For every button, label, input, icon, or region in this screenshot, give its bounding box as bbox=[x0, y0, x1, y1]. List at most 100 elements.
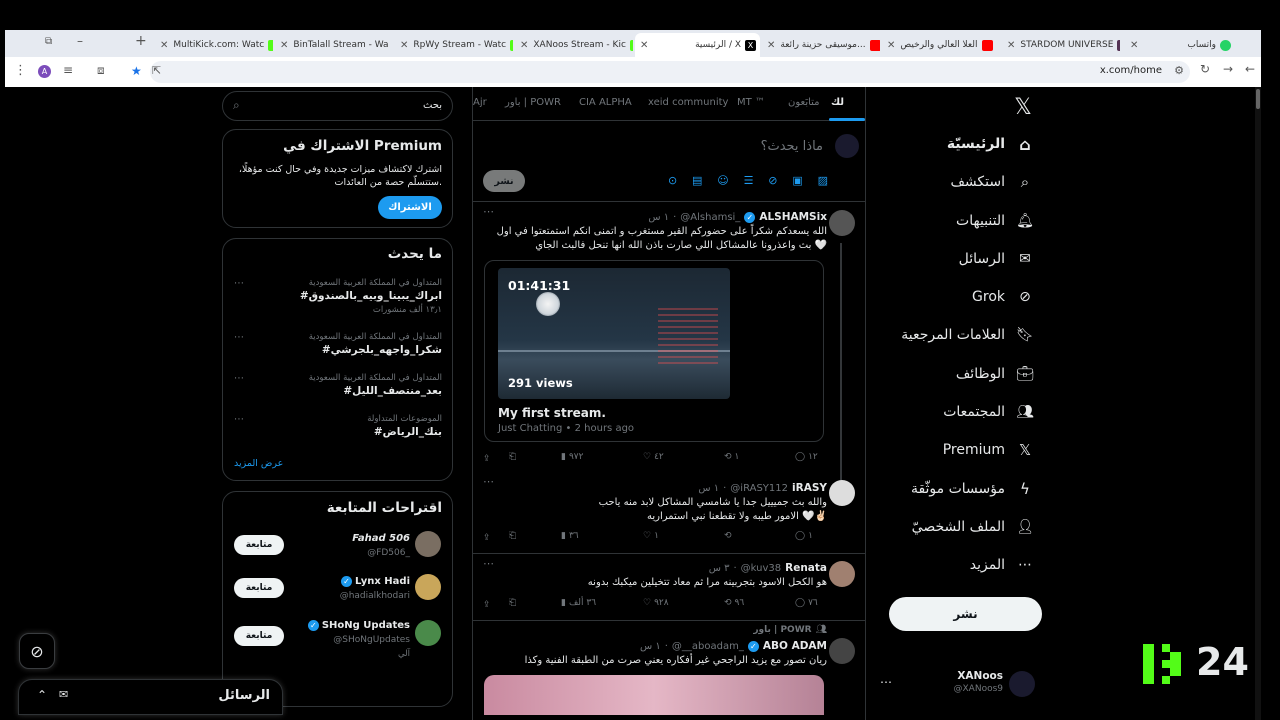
nav-home[interactable]: الرئيسيّة ⌂ bbox=[947, 129, 1035, 159]
trend-item[interactable]: ⋯ المتداول في المملكة العربية السعودية #… bbox=[223, 373, 452, 403]
url-bar[interactable]: ★ ⇱ x.com/home ⚙ bbox=[131, 61, 1190, 83]
forward-icon[interactable]: → bbox=[1223, 62, 1233, 76]
close-icon[interactable]: ✕ bbox=[767, 40, 775, 51]
more-dots-icon[interactable]: ⋯ bbox=[234, 332, 244, 343]
views-button[interactable]: ▮ ٩٧٢ bbox=[561, 452, 583, 462]
image-icon[interactable]: ▨ bbox=[818, 174, 828, 188]
tab-6[interactable]: ✕ موسيقى حزينة رائعة... bbox=[762, 33, 880, 57]
more-dots-icon[interactable]: ⋯ bbox=[234, 373, 244, 384]
tab-4[interactable]: ✕ XANoos Stream - Kic bbox=[515, 33, 633, 57]
tweet[interactable]: ⋯ Renata @kuv38 · ٣ س هو الكحل الاسود بت… bbox=[473, 554, 865, 620]
retweet-button[interactable]: ⟲ ١ bbox=[724, 452, 739, 462]
trend-item[interactable]: ⋯ المتداول في المملكة العربية السعودية #… bbox=[223, 278, 452, 318]
x-logo-icon[interactable]: 𝕏 bbox=[1010, 95, 1036, 121]
tab-5-active[interactable]: ✕ الرئيسية / X X bbox=[635, 33, 760, 57]
follow-suggestion[interactable]: Fahad 506 @FD506_ متابعة bbox=[223, 531, 452, 563]
emoji-icon[interactable]: ☺ bbox=[717, 174, 728, 188]
author-name[interactable]: ABO ADAM bbox=[763, 640, 827, 652]
bookmark-icon[interactable]: ⎗ bbox=[509, 452, 516, 462]
more-dots-icon[interactable]: ⋯ bbox=[234, 278, 244, 289]
scrollbar-thumb[interactable] bbox=[1256, 89, 1260, 109]
close-icon[interactable]: ✕ bbox=[160, 40, 168, 51]
tab-7[interactable]: ✕ العلا العالي والرخيص bbox=[882, 33, 1000, 57]
views-button[interactable]: ▮ ٣٦ bbox=[561, 531, 579, 541]
bookmark-star-icon[interactable]: ★ bbox=[131, 64, 142, 78]
new-message-icon[interactable]: ✉ bbox=[59, 688, 68, 701]
more-dots-icon[interactable]: ⋯ bbox=[880, 675, 892, 689]
search-input[interactable]: بحث bbox=[423, 100, 442, 111]
gif-icon[interactable]: ▣ bbox=[792, 174, 802, 188]
author-handle[interactable]: @kuv38 bbox=[741, 563, 781, 574]
tweet[interactable]: ⋯ iRASY @iRASY112 · ١ س والله بث جميييل … bbox=[473, 475, 865, 553]
author-handle[interactable]: @__aboadam_ bbox=[672, 641, 744, 652]
reply-button[interactable]: ◯ ١٢ bbox=[795, 452, 818, 462]
nav-notifications[interactable]: التنبيهات 🔔︎ bbox=[956, 206, 1035, 236]
location-icon[interactable]: ⊙ bbox=[668, 174, 677, 188]
close-icon[interactable]: ✕ bbox=[400, 40, 408, 51]
tab-mt[interactable]: MT ™ bbox=[737, 97, 765, 108]
search-box[interactable]: ⌕ بحث bbox=[222, 91, 453, 121]
share-icon[interactable]: ⇪ bbox=[483, 452, 491, 466]
nav-jobs[interactable]: الوظائف 💼︎ bbox=[956, 359, 1035, 389]
restore-icon[interactable]: ⧉ bbox=[45, 36, 52, 47]
expand-up-icon[interactable]: ⌃ bbox=[37, 688, 47, 702]
retweet-button[interactable]: ⟲ bbox=[724, 531, 735, 541]
nav-premium[interactable]: Premium 𝕏 bbox=[943, 435, 1035, 465]
close-icon[interactable]: ✕ bbox=[887, 40, 895, 51]
trend-item[interactable]: ⋯ الموضوعات المتداولة #بنك_الرياض bbox=[223, 414, 452, 444]
tab-for-you[interactable]: لك bbox=[831, 97, 844, 108]
grok-icon[interactable]: ⊘ bbox=[19, 633, 55, 669]
grok-icon[interactable]: ⊘ bbox=[768, 174, 777, 188]
share-icon[interactable]: ⇪ bbox=[483, 598, 491, 612]
minimize-icon[interactable]: – bbox=[77, 34, 83, 48]
stream-embed-card[interactable]: 01:41:31 291 views My first stream. Just… bbox=[484, 260, 824, 442]
follow-button[interactable]: متابعة bbox=[234, 578, 284, 598]
share-icon[interactable]: ⇪ bbox=[483, 531, 491, 545]
follow-button[interactable]: متابعة bbox=[234, 535, 284, 555]
poll-icon[interactable]: ☰ bbox=[744, 174, 754, 188]
tab-2[interactable]: ✕ BinTalall Stream - Wa bbox=[275, 33, 393, 57]
community-name[interactable]: باور | POWR bbox=[753, 625, 811, 635]
nav-more[interactable]: المزيد ⋯ bbox=[970, 550, 1035, 580]
retweet-button[interactable]: ⟲ ٩٦ bbox=[724, 598, 744, 608]
follow-suggestion[interactable]: SHoNg Updates ✓ @SHoNgUpdates آلي متابعة bbox=[223, 618, 452, 662]
tab-9[interactable]: ✕ واتساب bbox=[1125, 33, 1235, 57]
composer-input[interactable]: ماذا يحدث؟ bbox=[761, 139, 823, 154]
close-icon[interactable]: ✕ bbox=[520, 40, 528, 51]
more-dots-icon[interactable]: ⋯ bbox=[483, 205, 494, 218]
post-button[interactable]: نشر bbox=[889, 597, 1042, 631]
nav-grok[interactable]: Grok ⊘ bbox=[972, 282, 1035, 312]
nav-explore[interactable]: استكشف ⌕ bbox=[950, 167, 1035, 197]
nav-bookmarks[interactable]: العلامات المرجعية 🔖︎ bbox=[901, 320, 1035, 350]
close-icon[interactable]: ✕ bbox=[640, 40, 648, 51]
tab-xeid-community[interactable]: xeid community bbox=[648, 97, 728, 108]
like-button[interactable]: ♡ ٤٢ bbox=[643, 452, 664, 462]
reload-icon[interactable]: ↻ bbox=[1200, 62, 1210, 76]
extensions-icon[interactable]: ⧈ bbox=[97, 63, 105, 78]
page-scrollbar[interactable] bbox=[1255, 87, 1261, 720]
close-icon[interactable]: ✕ bbox=[1007, 40, 1015, 51]
tweet[interactable]: 👥︎ باور | POWR ABO ADAM ✓ @__aboadam_ · … bbox=[473, 621, 865, 720]
tab-ajr[interactable]: Ajr bbox=[473, 97, 487, 108]
close-icon[interactable]: ✕ bbox=[280, 40, 288, 51]
author-handle[interactable]: @Alshamsi_ bbox=[680, 212, 740, 223]
nav-profile[interactable]: الملف الشخصيّ 👤︎ bbox=[912, 512, 1035, 542]
more-dots-icon[interactable]: ⋯ bbox=[483, 475, 494, 488]
url-text[interactable]: x.com/home bbox=[1100, 65, 1162, 76]
tweet-time[interactable]: ٣ س bbox=[709, 563, 730, 574]
tweet[interactable]: ⋯ ALSHAMSix ✓ @Alshamsi_ · ١ س الله يسعد… bbox=[473, 203, 865, 493]
nav-messages[interactable]: الرسائل ✉ bbox=[959, 244, 1035, 274]
author-name[interactable]: iRASY bbox=[792, 482, 827, 494]
author-name[interactable]: Renata bbox=[785, 562, 827, 574]
profile-avatar[interactable]: A bbox=[38, 65, 51, 78]
nav-verified-orgs[interactable]: مؤسسات موثّقة ϟ bbox=[911, 474, 1035, 504]
close-icon[interactable]: ✕ bbox=[1130, 40, 1138, 51]
tab-8[interactable]: ✕ STARDOM UNIVERSE bbox=[1002, 33, 1120, 57]
like-button[interactable]: ♡ ١ bbox=[643, 531, 659, 541]
account-switcher[interactable]: ⋯ XANoos @XANoos9 bbox=[877, 669, 1037, 705]
nav-communities[interactable]: المجتمعات 👥︎ bbox=[943, 397, 1035, 427]
composer-post-button[interactable]: نشر bbox=[483, 170, 525, 192]
menu-dots-icon[interactable]: ⋮ bbox=[14, 63, 27, 78]
tweet-time[interactable]: ١ س bbox=[698, 483, 719, 494]
schedule-icon[interactable]: ▤ bbox=[692, 174, 702, 188]
